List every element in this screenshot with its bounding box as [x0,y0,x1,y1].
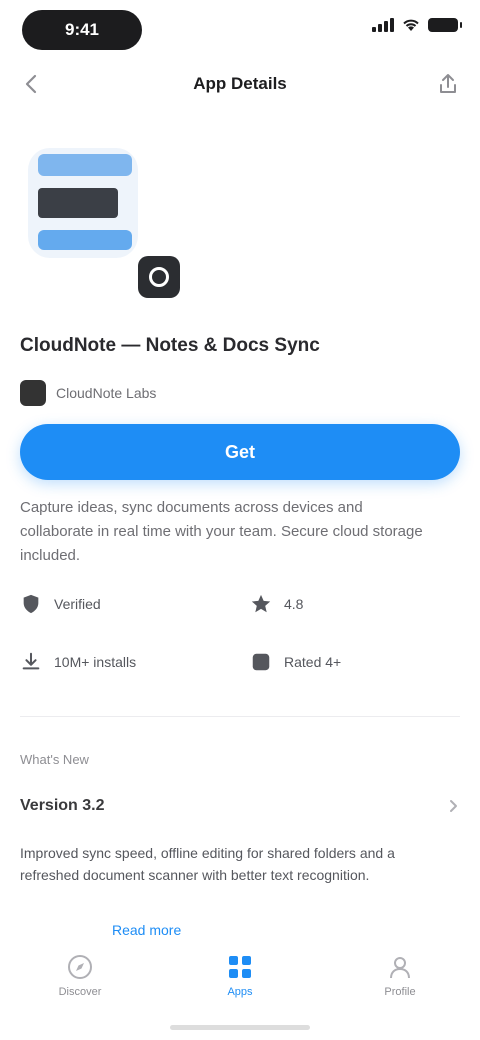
tab-discover[interactable]: Discover [20,952,140,998]
info-text: Verified [54,596,101,612]
info-text: 10M+ installs [54,654,137,670]
compass-icon [68,955,92,979]
shield-icon [23,594,39,614]
status-time: 9:41 [22,10,142,50]
info-item-rating: 4.8 [250,590,460,618]
info-item-verified: Verified [20,590,250,618]
tab-label: Profile [384,986,416,998]
whats-new-body: Improved sync speed, offline editing for… [20,845,395,883]
developer-row[interactable]: CloudNote Labs [20,380,156,406]
divider [20,716,460,717]
tab-label: Discover [58,986,102,998]
section-label: What's New [20,752,89,767]
developer-name: CloudNote Labs [56,385,157,401]
user-icon [390,957,410,979]
read-more-link[interactable]: Read more [112,922,181,938]
tab-label: Apps [227,986,253,998]
status-bar: 9:41 [0,0,480,62]
tab-bar: Discover Apps Profile [0,940,480,1040]
info-text: Rated 4+ [284,654,342,670]
nav-title: App Details [193,74,287,93]
home-indicator [170,1025,310,1030]
download-icon [22,652,40,670]
app-description: Capture ideas, sync documents across dev… [20,499,423,564]
app-icon [28,148,138,258]
status-icons [372,18,462,32]
nav-bar: App Details [0,62,480,106]
developer-avatar [20,380,46,406]
app-name: CloudNote — Notes & Docs Sync [20,335,320,356]
star-icon [251,594,271,613]
apps-icon [229,956,251,978]
info-item-installs: 10M+ installs [20,648,250,676]
tab-profile[interactable]: Profile [340,952,460,998]
battery-icon [428,18,462,32]
info-grid: Verified 4.8 10M+ installs Rated 4+ [20,590,460,676]
app-badge-icon [138,256,180,298]
chevron-right-icon [450,800,457,812]
version-title: Version 3.2 [20,797,105,814]
tab-apps[interactable]: Apps [180,952,300,998]
share-icon[interactable] [436,72,460,96]
whats-new-row[interactable]: Version 3.2 [20,792,460,820]
info-item-age: Rated 4+ [250,648,460,676]
get-button[interactable]: Get [20,424,460,480]
age-icon [252,653,270,671]
info-text: 4.8 [284,596,304,612]
wifi-icon [403,19,419,31]
signal-icon [372,18,394,32]
